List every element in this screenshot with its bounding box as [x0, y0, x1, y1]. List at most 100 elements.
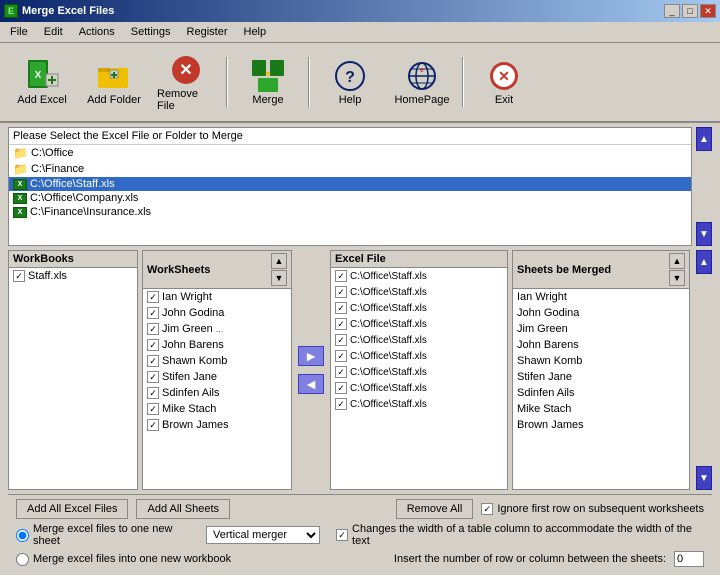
list-item[interactable]: ✓ Jim Green ... [143, 321, 291, 337]
checkbox[interactable]: ✓ [147, 307, 159, 319]
excel-file-list[interactable]: ✓ C:\Office\Staff.xls ✓ C:\Office\Staff.… [331, 268, 507, 489]
checkbox[interactable]: ✓ [335, 270, 347, 282]
checkbox[interactable]: ✓ [335, 366, 347, 378]
list-item[interactable]: 📁 C:\Finance [9, 161, 691, 177]
list-item[interactable]: ✓ C:\Office\Staff.xls [331, 300, 507, 316]
ignore-first-row-checkbox[interactable]: ✓ [481, 503, 493, 515]
checkbox[interactable]: ✓ [335, 286, 347, 298]
merge-mode-dropdown[interactable]: Vertical merger Horizontal merger [206, 526, 320, 544]
list-item[interactable]: Brown James [513, 417, 689, 433]
list-item[interactable]: ✓ C:\Office\Staff.xls [331, 396, 507, 412]
ws-scroll-up[interactable]: ▲ [271, 253, 287, 269]
merge-to-workbook-label[interactable]: Merge excel files into one new workbook [16, 553, 231, 566]
merge-to-workbook-radio[interactable] [16, 553, 29, 566]
menu-help[interactable]: Help [238, 24, 273, 40]
list-item[interactable]: ✓ C:\Office\Staff.xls [331, 332, 507, 348]
changes-width-label[interactable]: ✓ Changes the width of a table column to… [336, 523, 704, 547]
insert-rows-input[interactable] [674, 551, 704, 567]
checkbox[interactable]: ✓ [147, 291, 159, 303]
list-item[interactable]: ✓ C:\Office\Staff.xls [331, 268, 507, 284]
list-item[interactable]: ✓ Staff.xls [9, 268, 137, 284]
menu-register[interactable]: Register [181, 24, 234, 40]
sm-scroll-down[interactable]: ▼ [669, 270, 685, 286]
checkbox[interactable]: ✓ [147, 403, 159, 415]
checkbox[interactable]: ✓ [335, 318, 347, 330]
checkbox[interactable]: ✓ [147, 355, 159, 367]
list-item[interactable]: Ian Wright [513, 289, 689, 305]
list-item[interactable]: X C:\Office\Company.xls [9, 191, 691, 205]
list-item[interactable]: Sdinfen Ails [513, 385, 689, 401]
arrow-right-button[interactable]: ► [298, 346, 324, 366]
merge-to-sheet-label[interactable]: Merge excel files to one new sheet [16, 523, 198, 547]
file-list-label: Please Select the Excel File or Folder t… [9, 128, 691, 145]
list-item[interactable]: ✓ C:\Office\Staff.xls [331, 348, 507, 364]
menu-file[interactable]: File [4, 24, 34, 40]
list-item[interactable]: X C:\Office\Staff.xls [9, 177, 691, 191]
merge-button[interactable]: Merge [234, 53, 302, 111]
checkbox[interactable]: ✓ [335, 302, 347, 314]
merge-to-sheet-radio[interactable] [16, 529, 29, 542]
checkbox[interactable]: ✓ [335, 350, 347, 362]
sm-scroll-up[interactable]: ▲ [669, 253, 685, 269]
ignore-first-row-label[interactable]: ✓ Ignore first row on subsequent workshe… [481, 503, 704, 515]
list-item[interactable]: X C:\Finance\Insurance.xls [9, 205, 691, 219]
right-scroll-up-button[interactable]: ▲ [696, 250, 712, 274]
checkbox[interactable]: ✓ [13, 270, 25, 282]
checkbox[interactable]: ✓ [335, 382, 347, 394]
list-item[interactable]: ✓ Mike Stach [143, 401, 291, 417]
menu-edit[interactable]: Edit [38, 24, 69, 40]
close-button[interactable]: ✕ [700, 4, 716, 18]
remove-all-button[interactable]: Remove All [396, 499, 474, 519]
sheets-merged-list[interactable]: Ian Wright John Godina Jim Green John Ba… [513, 289, 689, 489]
exit-button[interactable]: ✕ Exit [470, 53, 538, 111]
workbooks-list[interactable]: ✓ Staff.xls [9, 268, 137, 489]
worksheets-list[interactable]: ✓ Ian Wright ✓ John Godina ✓ Jim Green .… [143, 289, 291, 489]
bottom-controls: Add All Excel Files Add All Sheets Remov… [8, 494, 712, 571]
add-excel-button[interactable]: X Add Excel [8, 53, 76, 111]
add-folder-button[interactable]: Add Folder [80, 53, 148, 111]
list-item[interactable]: ✓ C:\Office\Staff.xls [331, 284, 507, 300]
checkbox[interactable]: ✓ [147, 387, 159, 399]
checkbox[interactable]: ✓ [147, 339, 159, 351]
list-item[interactable]: ✓ Stifen Jane [143, 369, 291, 385]
right-scroll-down-button[interactable]: ▼ [696, 466, 712, 490]
maximize-button[interactable]: □ [682, 4, 698, 18]
arrow-left-button[interactable]: ◄ [298, 374, 324, 394]
menu-actions[interactable]: Actions [73, 24, 121, 40]
checkbox[interactable]: ✓ [335, 334, 347, 346]
list-item[interactable]: 📁 C:\Office [9, 145, 691, 161]
scroll-down-button[interactable]: ▼ [696, 222, 712, 246]
file-list[interactable]: 📁 C:\Office 📁 C:\Finance X C:\Office\Sta… [9, 145, 691, 245]
list-item[interactable]: ✓ Shawn Komb [143, 353, 291, 369]
add-all-excel-files-button[interactable]: Add All Excel Files [16, 499, 128, 519]
list-item[interactable]: ✓ C:\Office\Staff.xls [331, 380, 507, 396]
list-item[interactable]: Mike Stach [513, 401, 689, 417]
scroll-up-button[interactable]: ▲ [696, 127, 712, 151]
merged-sheet-name: Sdinfen Ails [517, 387, 574, 399]
list-item[interactable]: ✓ John Godina [143, 305, 291, 321]
checkbox[interactable]: ✓ [147, 371, 159, 383]
add-all-sheets-button[interactable]: Add All Sheets [136, 499, 230, 519]
changes-width-checkbox[interactable]: ✓ [336, 529, 348, 541]
remove-file-button[interactable]: ✕ Remove File [152, 47, 220, 117]
list-item[interactable]: John Godina [513, 305, 689, 321]
list-item[interactable]: ✓ Ian Wright [143, 289, 291, 305]
homepage-button[interactable]: e HomePage [388, 53, 456, 111]
help-button[interactable]: ? Help [316, 53, 384, 111]
menu-settings[interactable]: Settings [125, 24, 177, 40]
list-item[interactable]: ✓ C:\Office\Staff.xls [331, 364, 507, 380]
ws-scroll-down[interactable]: ▼ [271, 270, 287, 286]
checkbox[interactable]: ✓ [335, 398, 347, 410]
list-item[interactable]: Shawn Komb [513, 353, 689, 369]
middle-arrows: ► ◄ [296, 250, 326, 490]
list-item[interactable]: ✓ John Barens [143, 337, 291, 353]
checkbox[interactable]: ✓ [147, 419, 159, 431]
minimize-button[interactable]: _ [664, 4, 680, 18]
list-item[interactable]: ✓ Brown James [143, 417, 291, 433]
list-item[interactable]: John Barens [513, 337, 689, 353]
list-item[interactable]: ✓ Sdinfen Ails [143, 385, 291, 401]
checkbox[interactable]: ✓ [147, 323, 159, 335]
list-item[interactable]: ✓ C:\Office\Staff.xls [331, 316, 507, 332]
list-item[interactable]: Jim Green [513, 321, 689, 337]
list-item[interactable]: Stifen Jane [513, 369, 689, 385]
